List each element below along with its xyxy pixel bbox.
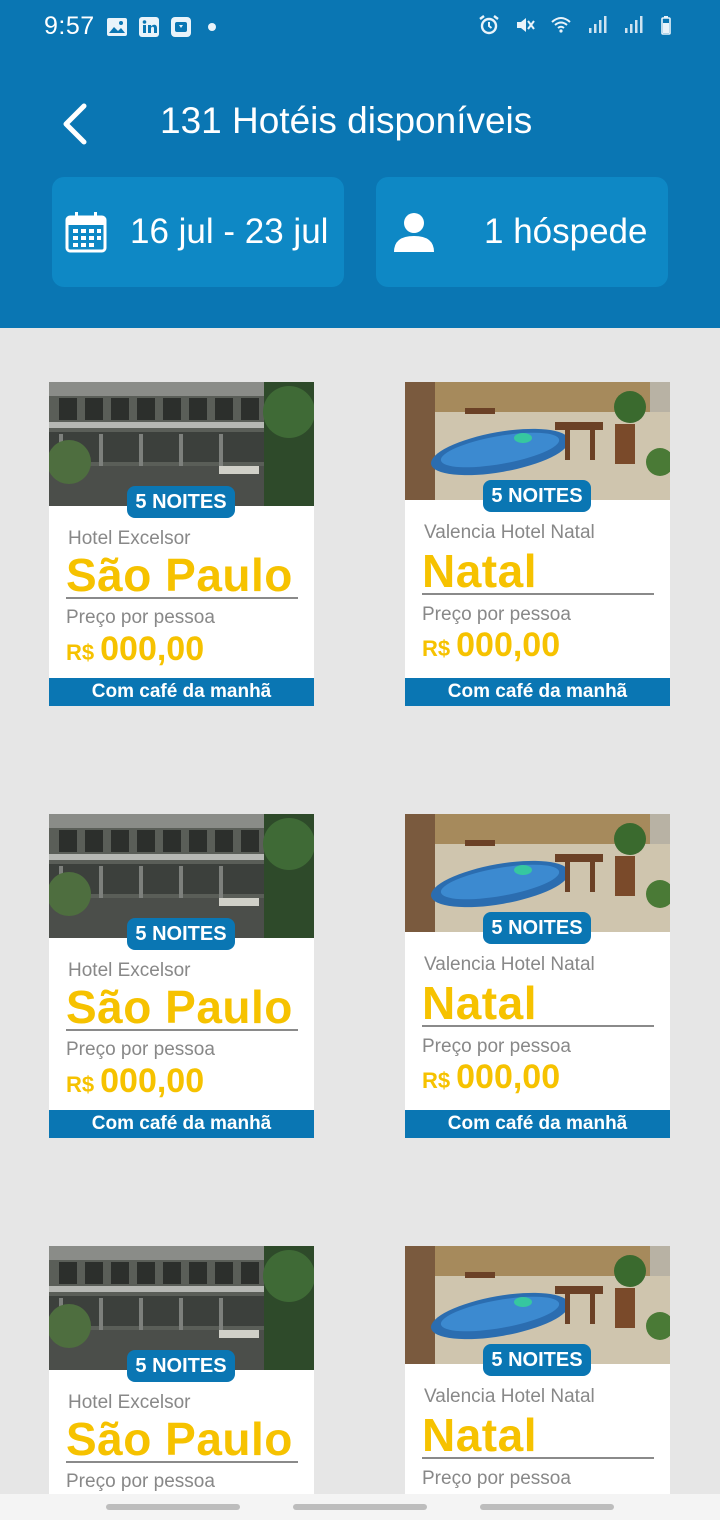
hotel-city: São Paulo — [66, 549, 293, 601]
nights-badge: 5 NOITES — [483, 1344, 591, 1376]
hotel-card-sao-paulo[interactable]: 5 NOITES Hotel Excelsor São Paulo Preço … — [49, 814, 314, 1138]
signal-icon — [589, 16, 607, 33]
header: 9:57 131 Hotéis disponíveis 16 jul - 23 … — [0, 0, 720, 328]
price-label: Preço por pessoa — [422, 1036, 571, 1057]
hotel-card-natal[interactable]: 5 NOITES Valencia Hotel Natal Natal Preç… — [405, 1246, 670, 1496]
card-divider — [422, 1025, 654, 1027]
card-divider — [422, 593, 654, 595]
guests-button[interactable]: 1 hóspede — [376, 177, 668, 287]
hotel-card-sao-paulo[interactable]: 5 NOITES Hotel Excelsor São Paulo Preço … — [49, 1246, 314, 1496]
price-label: Preço por pessoa — [66, 1471, 215, 1492]
nav-recents-handle[interactable] — [106, 1504, 240, 1510]
price: R$ 000,00 — [66, 1062, 204, 1101]
hotel-city: Natal — [422, 1409, 537, 1461]
alarm-icon — [479, 15, 499, 35]
card-divider — [422, 1457, 654, 1459]
status-time: 9:57 — [44, 12, 95, 40]
gallery-icon — [107, 18, 127, 36]
card-divider — [66, 1461, 298, 1463]
status-left-icons — [106, 16, 216, 38]
system-nav-bar — [0, 1494, 720, 1520]
hotel-name: Valencia Hotel Natal — [424, 522, 595, 543]
price-label: Preço por pessoa — [66, 1039, 215, 1060]
battery-icon — [661, 16, 671, 35]
person-icon — [392, 210, 436, 254]
breakfast-bar: Com café da manhã — [405, 1110, 670, 1138]
hotel-name: Hotel Excelsor — [68, 1392, 191, 1413]
card-divider — [66, 597, 298, 599]
price: R$ 000,00 — [66, 630, 204, 669]
date-range-label: 16 jul - 23 jul — [130, 212, 329, 251]
nights-badge: 5 NOITES — [483, 480, 591, 512]
price-label: Preço por pessoa — [422, 1468, 571, 1489]
price-value: 000,00 — [100, 630, 205, 668]
hotel-name: Hotel Excelsor — [68, 528, 191, 549]
mute-icon — [517, 18, 535, 32]
price-value: 000,00 — [100, 1062, 205, 1100]
wifi-icon — [551, 17, 571, 33]
date-range-button[interactable]: 16 jul - 23 jul — [52, 177, 344, 287]
price-currency: R$ — [422, 636, 451, 661]
price-label: Preço por pessoa — [422, 604, 571, 625]
download-icon — [171, 17, 191, 37]
hotel-card-natal[interactable]: 5 NOITES Valencia Hotel Natal Natal Preç… — [405, 814, 670, 1138]
hotel-card-natal[interactable]: 5 NOITES Valencia Hotel Natal Natal Preç… — [405, 382, 670, 706]
status-bar: 9:57 — [0, 0, 720, 56]
calendar-icon — [64, 210, 108, 254]
breakfast-bar: Com café da manhã — [49, 678, 314, 706]
card-divider — [66, 1029, 298, 1031]
nights-badge: 5 NOITES — [127, 1350, 235, 1382]
back-button[interactable] — [52, 98, 96, 150]
price: R$ 000,00 — [422, 1058, 560, 1097]
nights-badge: 5 NOITES — [127, 918, 235, 950]
price-currency: R$ — [66, 640, 95, 665]
page-title: 131 Hotéis disponíveis — [160, 100, 533, 141]
price: R$ 000,00 — [422, 626, 560, 665]
nav-back-handle[interactable] — [480, 1504, 614, 1510]
hotel-city: São Paulo — [66, 1413, 293, 1465]
breakfast-bar: Com café da manhã — [405, 678, 670, 706]
app-screen: 9:57 131 Hotéis disponíveis 16 jul - 23 … — [0, 0, 720, 1520]
status-right-icons — [478, 14, 680, 36]
linkedin-icon — [139, 17, 159, 37]
nights-badge: 5 NOITES — [483, 912, 591, 944]
nav-home-handle[interactable] — [293, 1504, 427, 1510]
hotel-name: Hotel Excelsor — [68, 960, 191, 981]
hotel-name: Valencia Hotel Natal — [424, 954, 595, 975]
price-value: 000,00 — [456, 626, 561, 664]
hotel-card-sao-paulo[interactable]: 5 NOITES Hotel Excelsor São Paulo Preço … — [49, 382, 314, 706]
price-currency: R$ — [66, 1072, 95, 1097]
price-value: 000,00 — [456, 1058, 561, 1096]
hotel-name: Valencia Hotel Natal — [424, 1386, 595, 1407]
hotel-city: Natal — [422, 545, 537, 597]
nights-badge: 5 NOITES — [127, 486, 235, 518]
chevron-left-icon — [63, 103, 87, 145]
guests-label: 1 hóspede — [484, 212, 648, 251]
price-currency: R$ — [422, 1068, 451, 1093]
price-label: Preço por pessoa — [66, 607, 215, 628]
notification-dot — [208, 23, 216, 31]
breakfast-bar: Com café da manhã — [49, 1110, 314, 1138]
hotel-city: São Paulo — [66, 981, 293, 1033]
hotel-city: Natal — [422, 977, 537, 1029]
signal-icon-2 — [625, 16, 643, 33]
